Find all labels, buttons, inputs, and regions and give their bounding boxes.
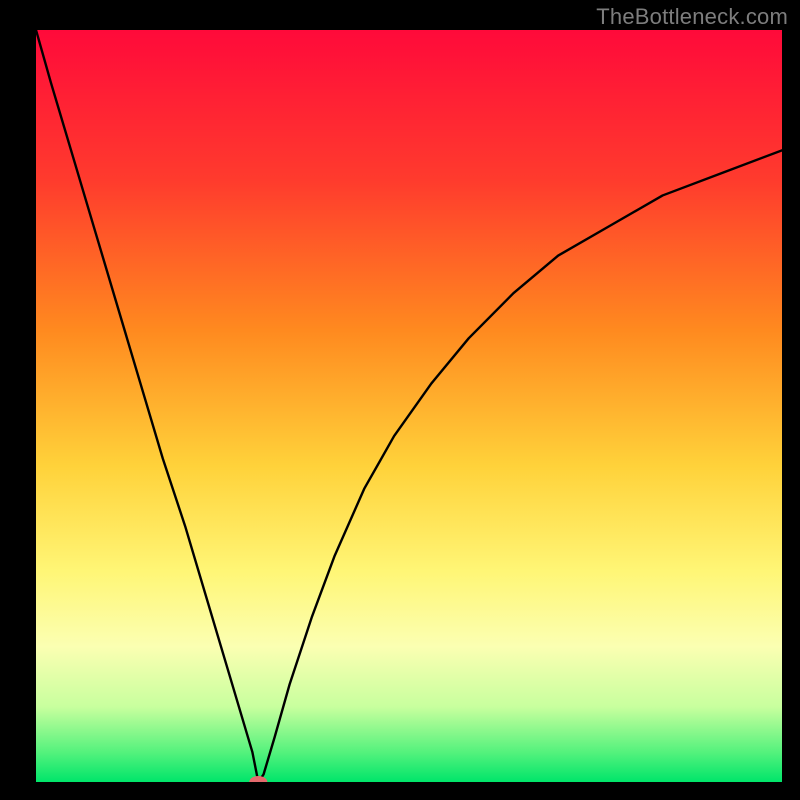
watermark-text: TheBottleneck.com <box>596 4 788 30</box>
bottleneck-plot <box>36 30 782 782</box>
chart-frame: TheBottleneck.com <box>0 0 800 800</box>
